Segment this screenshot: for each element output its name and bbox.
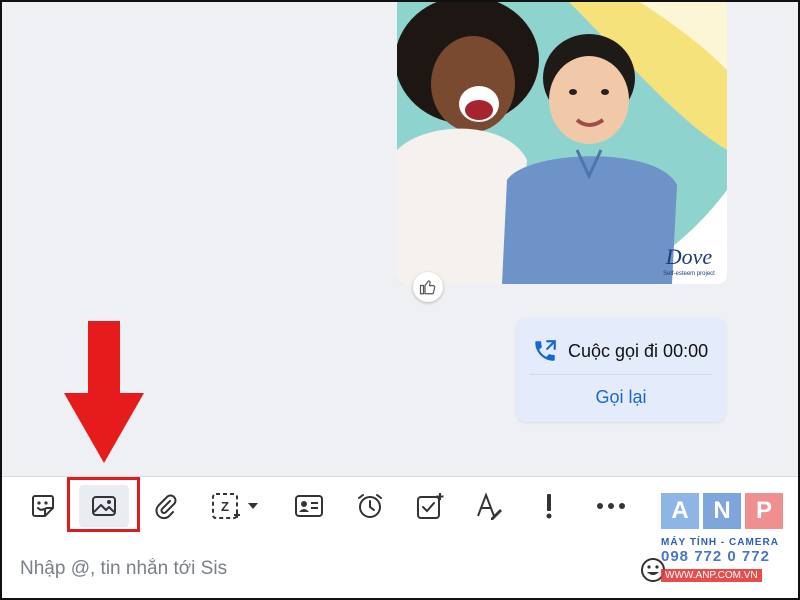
chevron-down-icon [248,503,258,509]
watermark-phone: 098 772 0 772 [661,548,770,565]
attach-file-button[interactable] [148,489,182,523]
chat-area: Dove Self-esteem project Cuộc gọi đi 00:… [0,0,800,476]
contact-card-button[interactable] [292,489,326,523]
like-button[interactable] [413,272,443,302]
text-format-button[interactable] [472,489,506,523]
image-button-highlight [67,477,140,532]
format-text-icon [477,492,502,520]
create-task-button[interactable] [413,489,447,523]
watermark-website: WWW.ANP.COM.VN [661,569,762,582]
photo-image: Dove Self-esteem project [397,0,727,284]
watermark-letter-n: N [703,493,741,529]
outgoing-call-icon [535,340,556,361]
image-message[interactable]: Dove Self-esteem project [397,0,727,284]
alarm-clock-icon [358,494,382,518]
anp-watermark: A N P MÁY TÍNH - CAMERA 098 772 0 772 WW… [661,493,785,593]
reminder-button[interactable] [353,489,387,523]
contact-card-icon [295,495,323,517]
thumbs-up-icon [419,280,436,295]
watermark-letter-p: P [745,493,783,529]
svg-text:Z: Z [221,499,229,514]
task-icon [417,493,444,519]
screenshot-icon: Z [212,493,258,519]
screenshot-button[interactable]: Z [210,489,266,523]
brand-tagline: Self-esteem project [663,271,715,277]
call-back-button[interactable]: Gọi lại [516,382,726,412]
sticker-icon [32,495,54,517]
brand-logo: Dove [665,244,713,269]
message-input[interactable] [18,553,622,585]
watermark-tagline: MÁY TÍNH - CAMERA [661,537,779,548]
watermark-letter-a: A [661,493,699,529]
exclamation-icon [546,494,552,519]
sticker-button[interactable] [26,489,60,523]
more-options-button[interactable] [594,489,628,523]
more-icon [597,503,625,509]
urgent-button[interactable] [534,489,564,523]
call-divider [530,374,712,375]
attachment-icon [155,494,177,520]
call-status-text: Cuộc gọi đi 00:00 [568,340,709,361]
red-arrow-annotation [64,321,144,463]
call-message: Cuộc gọi đi 00:00 Gọi lại [516,318,726,422]
